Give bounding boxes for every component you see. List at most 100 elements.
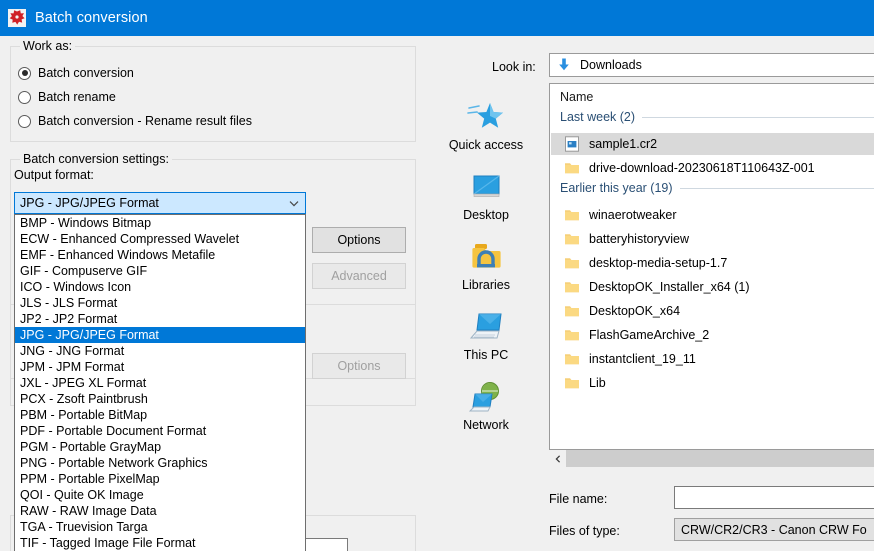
file-group-header[interactable]: Last week (2): [560, 110, 874, 124]
dropdown-option[interactable]: PBM - Portable BitMap: [15, 407, 305, 423]
file-row[interactable]: instantclient_19_11: [551, 348, 874, 370]
libraries-folder-icon: [431, 237, 541, 277]
batch-conversion-window: Batch conversion Work as: Batch conversi…: [0, 0, 874, 551]
desktop-icon: [431, 167, 541, 207]
places-bar: Quick access Desktop: [425, 83, 549, 493]
title-bar: Batch conversion: [0, 0, 874, 36]
file-group-header[interactable]: Earlier this year (19): [560, 181, 874, 195]
column-header-name[interactable]: Name: [560, 90, 593, 104]
folder-icon: [564, 279, 580, 295]
output-format-combobox[interactable]: JPG - JPG/JPEG Format: [14, 192, 306, 214]
look-in-combobox[interactable]: Downloads: [549, 53, 874, 77]
dropdown-option[interactable]: BMP - Windows Bitmap: [15, 215, 305, 231]
place-desktop[interactable]: Desktop: [431, 167, 541, 222]
options-button-2[interactable]: Options: [312, 353, 406, 379]
folder-icon: [564, 351, 580, 367]
radio-indicator[interactable]: [18, 67, 31, 80]
file-name: DesktopOK_x64: [589, 304, 680, 318]
advanced-button[interactable]: Advanced: [312, 263, 406, 289]
dropdown-option[interactable]: TIF - Tagged Image File Format: [15, 535, 305, 551]
folder-icon: [564, 303, 580, 319]
place-network[interactable]: Network: [431, 377, 541, 432]
file-name-label: File name:: [549, 492, 607, 506]
output-format-value: JPG - JPG/JPEG Format: [20, 196, 159, 210]
dropdown-option[interactable]: JP2 - JP2 Format: [15, 311, 305, 327]
file-group-label: Earlier this year (19): [560, 181, 673, 195]
chevron-down-icon[interactable]: [289, 198, 298, 207]
dropdown-option[interactable]: ECW - Enhanced Compressed Wavelet: [15, 231, 305, 247]
radio-indicator[interactable]: [18, 91, 31, 104]
output-format-label: Output format:: [14, 168, 94, 182]
advanced-button-label: Advanced: [331, 269, 387, 283]
look-in-value: Downloads: [580, 58, 642, 72]
radio-batch-conversion-rename[interactable]: Batch conversion - Rename result files: [18, 112, 252, 130]
radio-label: Batch rename: [38, 90, 116, 104]
output-format-dropdown-list[interactable]: BMP - Windows BitmapECW - Enhanced Compr…: [14, 214, 306, 551]
place-label: Quick access: [431, 138, 541, 152]
group-divider: [680, 188, 874, 189]
file-row[interactable]: drive-download-20230618T110643Z-001: [551, 157, 874, 179]
dropdown-option[interactable]: EMF - Enhanced Windows Metafile: [15, 247, 305, 263]
radio-batch-conversion[interactable]: Batch conversion: [18, 64, 134, 82]
radio-batch-rename[interactable]: Batch rename: [18, 88, 116, 106]
dropdown-option[interactable]: QOI - Quite OK Image: [15, 487, 305, 503]
dropdown-option[interactable]: JLS - JLS Format: [15, 295, 305, 311]
files-of-type-combobox[interactable]: CRW/CR2/CR3 - Canon CRW Fo: [674, 518, 874, 541]
file-name: Lib: [589, 376, 606, 390]
dropdown-option[interactable]: RAW - RAW Image Data: [15, 503, 305, 519]
dropdown-option[interactable]: GIF - Compuserve GIF: [15, 263, 305, 279]
this-pc-icon: [431, 307, 541, 347]
files-of-type-value: CRW/CR2/CR3 - Canon CRW Fo: [681, 523, 867, 537]
dropdown-option[interactable]: PCX - Zsoft Paintbrush: [15, 391, 305, 407]
group-divider: [642, 117, 874, 118]
place-libraries[interactable]: Libraries: [431, 237, 541, 292]
left-panel: Work as: Batch conversion Batch rename B…: [0, 36, 425, 551]
place-label: Libraries: [431, 278, 541, 292]
file-row[interactable]: FlashGameArchive_2: [551, 324, 874, 346]
dropdown-option[interactable]: PGM - Portable GrayMap: [15, 439, 305, 455]
scrollbar-track[interactable]: [566, 450, 874, 467]
file-name: DesktopOK_Installer_x64 (1): [589, 280, 750, 294]
dropdown-option[interactable]: JPM - JPM Format: [15, 359, 305, 375]
horizontal-scrollbar[interactable]: [549, 450, 874, 467]
file-row[interactable]: DesktopOK_x64: [551, 300, 874, 322]
folder-icon: [564, 231, 580, 247]
file-name: drive-download-20230618T110643Z-001: [589, 161, 815, 175]
dropdown-option[interactable]: PPM - Portable PixelMap: [15, 471, 305, 487]
dropdown-option[interactable]: JXL - JPEG XL Format: [15, 375, 305, 391]
folder-icon: [564, 160, 580, 176]
file-row[interactable]: Lib: [551, 372, 874, 394]
files-of-type-label: Files of type:: [549, 524, 620, 538]
image-file-icon: [564, 136, 580, 152]
file-list-pane[interactable]: Name Last week (2) sample1.cr2 drive-downl…: [549, 83, 874, 450]
scroll-left-icon[interactable]: [549, 450, 566, 467]
file-row[interactable]: winaerotweaker: [551, 204, 874, 226]
work-as-group-label: Work as:: [20, 39, 75, 53]
file-group-label: Last week (2): [560, 110, 635, 124]
options-button-2-label: Options: [337, 359, 380, 373]
download-arrow-icon: [556, 57, 572, 73]
dropdown-option[interactable]: TGA - Truevision Targa: [15, 519, 305, 535]
file-row[interactable]: DesktopOK_Installer_x64 (1): [551, 276, 874, 298]
file-row[interactable]: desktop-media-setup-1.7: [551, 252, 874, 274]
radio-label: Batch conversion - Rename result files: [38, 114, 252, 128]
folder-icon: [564, 375, 580, 391]
options-button[interactable]: Options: [312, 227, 406, 253]
file-name-input[interactable]: [674, 486, 874, 509]
file-row-selected[interactable]: sample1.cr2: [551, 133, 874, 155]
folder-icon: [564, 327, 580, 343]
dropdown-option[interactable]: JNG - JNG Format: [15, 343, 305, 359]
dropdown-option[interactable]: JPG - JPG/JPEG Format: [15, 327, 305, 343]
xnview-butterfly-icon: [8, 9, 26, 27]
place-this-pc[interactable]: This PC: [431, 307, 541, 362]
dropdown-option[interactable]: ICO - Windows Icon: [15, 279, 305, 295]
radio-label: Batch conversion: [38, 66, 134, 80]
dropdown-option[interactable]: PDF - Portable Document Format: [15, 423, 305, 439]
file-open-dialog: Look in: Downloads Quick access: [425, 36, 874, 551]
place-label: Network: [431, 418, 541, 432]
dropdown-option[interactable]: PNG - Portable Network Graphics: [15, 455, 305, 471]
place-quick-access[interactable]: Quick access: [431, 97, 541, 152]
radio-indicator[interactable]: [18, 115, 31, 128]
look-in-label: Look in:: [492, 60, 536, 74]
file-row[interactable]: batteryhistoryview: [551, 228, 874, 250]
